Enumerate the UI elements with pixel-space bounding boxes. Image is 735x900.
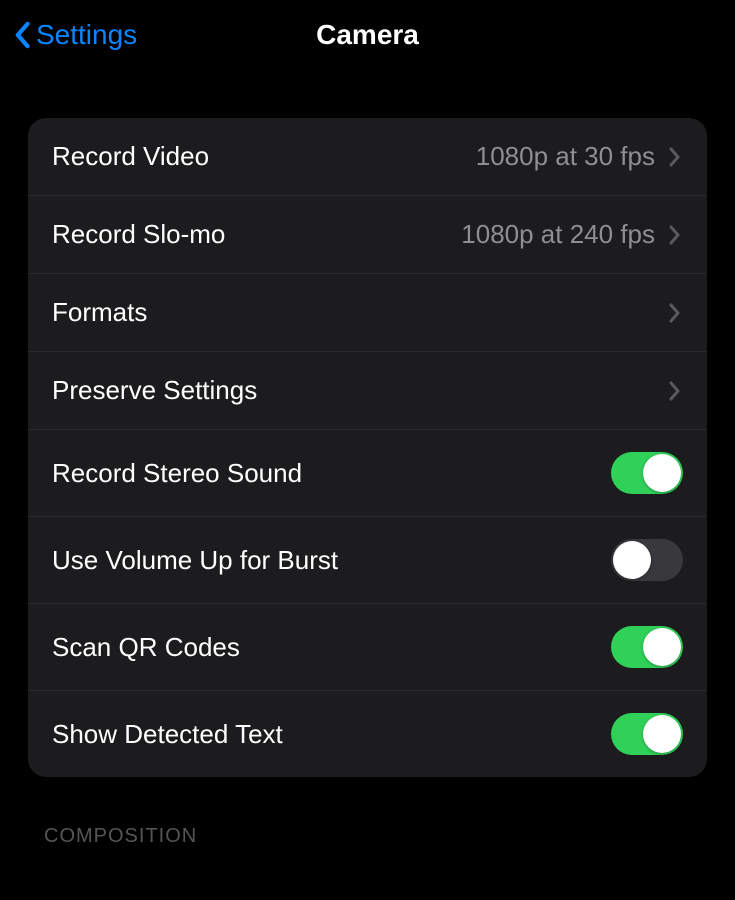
row-label: Formats — [52, 297, 669, 328]
row-volume-up-burst: Use Volume Up for Burst — [28, 517, 707, 604]
section-header-composition: COMPOSITION — [44, 825, 691, 848]
toggle-volume-up-burst[interactable] — [611, 539, 683, 581]
chevron-right-icon — [669, 380, 683, 402]
row-label: Use Volume Up for Burst — [52, 545, 611, 576]
row-label: Record Stereo Sound — [52, 458, 611, 489]
back-label: Settings — [36, 19, 137, 51]
row-label: Preserve Settings — [52, 375, 669, 406]
row-record-video[interactable]: Record Video 1080p at 30 fps — [28, 118, 707, 196]
row-preserve-settings[interactable]: Preserve Settings — [28, 352, 707, 430]
toggle-knob — [643, 628, 681, 666]
back-button[interactable]: Settings — [12, 19, 137, 51]
row-record-stereo-sound: Record Stereo Sound — [28, 430, 707, 517]
toggle-scan-qr-codes[interactable] — [611, 626, 683, 668]
chevron-right-icon — [669, 146, 683, 168]
toggle-show-detected-text[interactable] — [611, 713, 683, 755]
row-value: 1080p at 30 fps — [476, 141, 655, 172]
row-scan-qr-codes: Scan QR Codes — [28, 604, 707, 691]
row-show-detected-text: Show Detected Text — [28, 691, 707, 777]
chevron-right-icon — [669, 224, 683, 246]
toggle-knob — [643, 715, 681, 753]
nav-bar: Settings Camera — [0, 0, 735, 70]
toggle-record-stereo-sound[interactable] — [611, 452, 683, 494]
row-label: Record Slo-mo — [52, 219, 461, 250]
row-label: Show Detected Text — [52, 719, 611, 750]
toggle-knob — [643, 454, 681, 492]
toggle-knob — [613, 541, 651, 579]
settings-list: Record Video 1080p at 30 fps Record Slo-… — [28, 118, 707, 777]
row-record-slomo[interactable]: Record Slo-mo 1080p at 240 fps — [28, 196, 707, 274]
chevron-right-icon — [669, 302, 683, 324]
row-label: Scan QR Codes — [52, 632, 611, 663]
row-label: Record Video — [52, 141, 476, 172]
chevron-left-icon — [12, 20, 32, 50]
page-title: Camera — [316, 19, 419, 51]
row-value: 1080p at 240 fps — [461, 219, 655, 250]
row-formats[interactable]: Formats — [28, 274, 707, 352]
